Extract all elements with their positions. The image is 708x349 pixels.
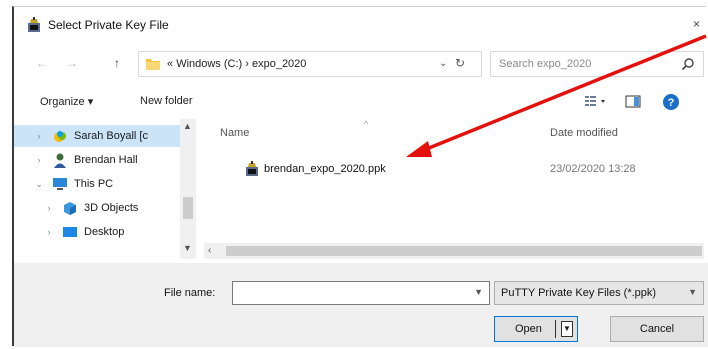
column-header-name[interactable]: Name (220, 127, 249, 139)
bottom-panel: File name: ▼ PuTTY Private Key Files (*.… (14, 263, 708, 347)
search-input[interactable]: Search expo_2020 (490, 51, 704, 77)
cancel-button-label: Cancel (639, 323, 675, 335)
window-title: Select Private Key File (48, 18, 169, 32)
refresh-icon[interactable]: ↻ (455, 56, 465, 70)
close-icon[interactable]: × (693, 17, 700, 31)
sidebar-item-3d-objects[interactable]: › 3D Objects (14, 197, 180, 219)
column-header-date[interactable]: Date modified (550, 127, 618, 139)
file-dialog-window: Select Private Key File × ← → ↑ « Window… (12, 6, 708, 347)
folder-icon (146, 59, 160, 70)
split-divider (555, 320, 556, 338)
sidebar-item-this-pc[interactable]: ⌄ This PC (14, 173, 180, 195)
preview-pane-icon[interactable] (624, 93, 642, 109)
title-bar: Select Private Key File × (14, 7, 706, 43)
user-icon (54, 153, 66, 168)
address-row: ← → ↑ « Windows (C:) › expo_2020 ⌄ ↻ Sea… (14, 51, 706, 77)
search-placeholder: Search expo_2020 (499, 58, 592, 70)
chevron-down-icon[interactable]: ⌄ (439, 58, 447, 69)
desktop-icon (63, 227, 77, 237)
forward-button[interactable]: → (66, 56, 78, 70)
pc-icon (53, 178, 67, 190)
chevron-down-icon[interactable]: ⌄ (32, 179, 46, 190)
file-name: brendan_expo_2020.ppk (264, 163, 386, 175)
chevron-right-icon[interactable]: › (32, 155, 46, 165)
file-name-label: File name: (164, 287, 216, 299)
file-type-select[interactable]: PuTTY Private Key Files (*.ppk) ▼ (494, 281, 704, 305)
file-list-scrollbar[interactable]: ‹ (204, 243, 704, 259)
sidebar-item-label: Desktop (84, 226, 125, 238)
file-list: Name ^ Date modified brendan_expo_2020.p… (204, 119, 704, 239)
address-bar[interactable]: « Windows (C:) › expo_2020 ⌄ ↻ (138, 51, 482, 77)
scroll-down-icon[interactable]: ▼ (183, 243, 192, 253)
scroll-thumb[interactable] (226, 246, 702, 256)
navigation-scrollbar[interactable]: ▲ ▼ (180, 119, 196, 259)
navigation-pane: › Sarah Boyall [c › Brendan Hall ⌄ This … (14, 119, 196, 259)
scroll-up-icon[interactable]: ▲ (183, 121, 192, 131)
view-options-icon[interactable] (584, 93, 608, 109)
path-overflow-icon[interactable]: « (167, 58, 173, 70)
help-icon[interactable]: ? (662, 93, 680, 111)
scroll-left-icon[interactable]: ‹ (208, 245, 211, 256)
up-button[interactable]: ↑ (114, 56, 120, 70)
putty-app-icon (28, 17, 40, 32)
sidebar-item-label: 3D Objects (84, 202, 139, 214)
file-name-field[interactable]: ▼ (232, 281, 490, 305)
sidebar-item-desktop[interactable]: › Desktop (14, 221, 180, 243)
sidebar-item-label: Sarah Boyall [c (74, 130, 148, 142)
new-folder-button[interactable]: New folder (140, 95, 193, 107)
chevron-right-icon[interactable]: › (32, 131, 46, 141)
chevron-down-icon: ▼ (688, 287, 697, 297)
sidebar-item-sarah-boyall[interactable]: › Sarah Boyall [c (14, 125, 180, 147)
sidebar-item-label: This PC (74, 178, 114, 190)
onedrive-icon (54, 131, 66, 142)
command-toolbar: Organize ▾ New folder ? (14, 91, 706, 113)
search-icon (681, 58, 694, 71)
organize-button[interactable]: Organize ▾ (40, 95, 93, 108)
open-button[interactable]: Open ▼ (494, 316, 578, 342)
open-dropdown-icon[interactable]: ▼ (561, 321, 573, 337)
scroll-thumb[interactable] (183, 197, 193, 219)
file-name-input[interactable] (237, 283, 465, 303)
file-type-value: PuTTY Private Key Files (*.ppk) (501, 287, 657, 299)
sidebar-item-brendan-hall[interactable]: › Brendan Hall (14, 149, 180, 171)
3d-objects-icon (64, 202, 76, 215)
svg-text:?: ? (668, 97, 675, 109)
file-date-modified: 23/02/2020 13:28 (550, 163, 636, 175)
open-button-label: Open (515, 323, 542, 335)
chevron-right-icon[interactable]: › (42, 203, 56, 213)
back-button[interactable]: ← (36, 56, 48, 70)
putty-key-icon (246, 161, 258, 176)
cancel-button[interactable]: Cancel (610, 316, 704, 342)
sort-ascending-icon: ^ (364, 119, 369, 129)
sidebar-item-label: Brendan Hall (74, 154, 138, 166)
address-path: Windows (C:) › expo_2020 (176, 58, 307, 70)
file-row[interactable]: brendan_expo_2020.ppk 23/02/2020 13:28 (204, 159, 704, 179)
chevron-right-icon[interactable]: › (42, 227, 56, 237)
chevron-down-icon[interactable]: ▼ (474, 287, 483, 297)
